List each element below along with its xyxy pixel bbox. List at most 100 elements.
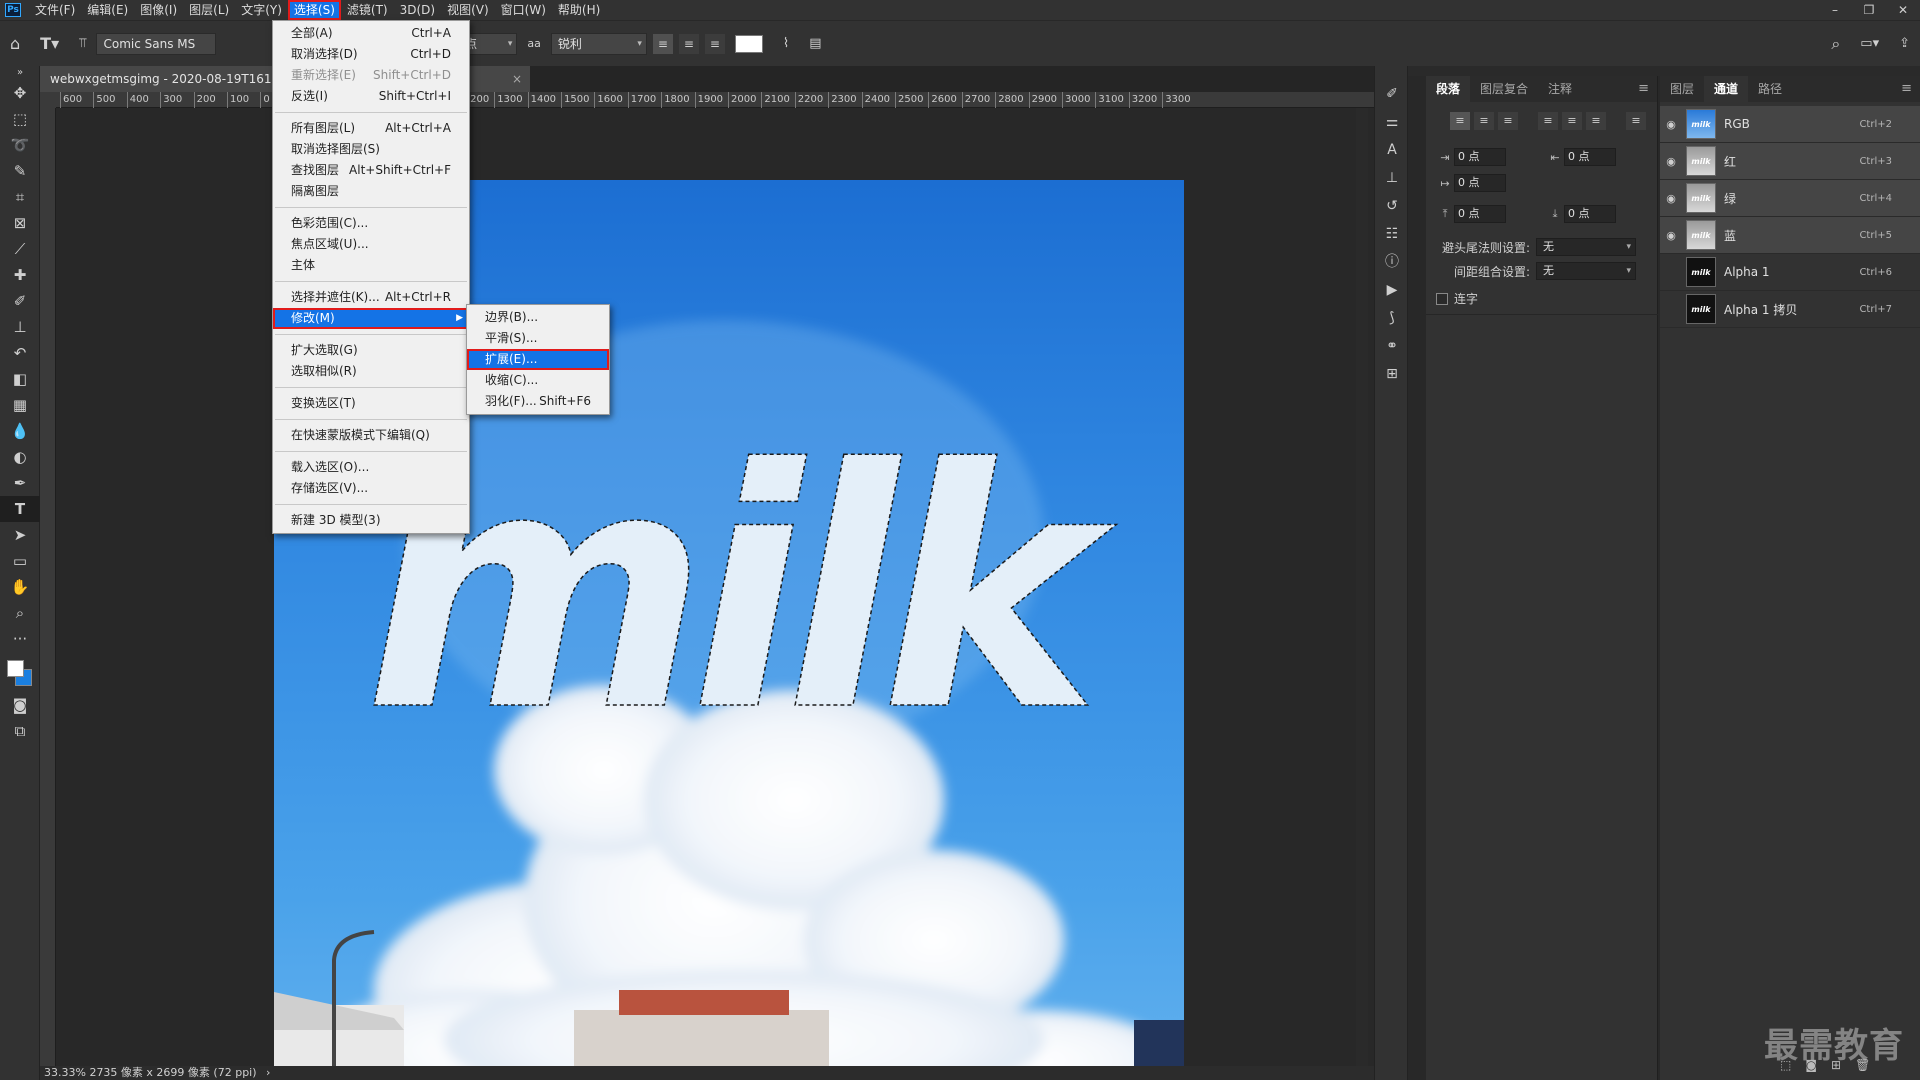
tab-notes[interactable]: 注释 <box>1538 76 1582 102</box>
panel-menu-icon[interactable]: ≡ <box>1901 76 1912 102</box>
shape-tool-icon[interactable]: ▭ <box>0 548 40 574</box>
menu-option[interactable]: 变换选区(T) <box>273 393 469 414</box>
spacing-combo-select[interactable]: 无 ▾ <box>1536 262 1637 280</box>
justify-right-icon[interactable]: ≡ <box>1586 112 1606 130</box>
properties-icon[interactable]: ☷ <box>1375 220 1409 248</box>
minimize-icon[interactable]: – <box>1818 0 1852 20</box>
toggle-text-orientation-icon[interactable]: ⫪ <box>69 36 96 51</box>
menu-option[interactable]: 收缩(C)... <box>467 370 609 391</box>
foreground-color-swatch[interactable] <box>7 660 24 677</box>
indent-right-input[interactable]: 0 点 <box>1564 148 1616 166</box>
menu-option[interactable]: 选取相似(R) <box>273 361 469 382</box>
close-tab-icon[interactable]: × <box>512 66 522 92</box>
search-icon[interactable]: ⌕ <box>1821 34 1850 54</box>
para-align-left-icon[interactable]: ≡ <box>1450 112 1470 130</box>
workspace-icon[interactable]: ▭▾ <box>1850 36 1889 51</box>
warp-text-icon[interactable]: ⌇ <box>773 36 799 51</box>
menu-option[interactable]: 修改(M) ▶ <box>273 308 469 329</box>
hyphenate-checkbox[interactable] <box>1436 292 1448 305</box>
type-tool-icon[interactable]: T <box>0 496 40 522</box>
menu-option[interactable]: 隔离图层 <box>273 181 469 202</box>
brush-settings-icon[interactable]: ✐ <box>1375 80 1409 108</box>
quick-mask-icon[interactable]: ◙ <box>0 692 40 718</box>
menu-option[interactable]: 所有图层(L) Alt+Ctrl+A <box>273 118 469 139</box>
menu-option[interactable]: 选择并遮住(K)... Alt+Ctrl+R <box>273 287 469 308</box>
channel-row[interactable]: ◉ milk RGB Ctrl+2 <box>1660 106 1920 143</box>
channel-row[interactable]: milk Alpha 1 拷贝 Ctrl+7 <box>1660 291 1920 328</box>
menu-item[interactable]: 选择(S) <box>287 0 341 20</box>
clone-source-icon[interactable]: ⊥ <box>1375 164 1409 192</box>
menu-option[interactable]: 全部(A) Ctrl+A <box>273 23 469 44</box>
healing-tool-icon[interactable]: ✚ <box>0 262 40 288</box>
hand-tool-icon[interactable]: ✋ <box>0 574 40 600</box>
antialias-select[interactable]: 锐利 ▾ <box>550 32 647 55</box>
zoom-tool-icon[interactable]: ⌕ <box>0 600 40 626</box>
indent-left-input[interactable]: 0 点 <box>1454 148 1506 166</box>
quick-select-tool-icon[interactable]: ✎ <box>0 158 40 184</box>
close-icon[interactable]: ✕ <box>1886 0 1920 20</box>
visibility-eye-icon[interactable]: ◉ <box>1660 155 1682 168</box>
vertical-scrollbar[interactable] <box>1356 108 1368 1066</box>
menu-option[interactable]: 主体 <box>273 255 469 276</box>
swatches-icon[interactable]: ⚭ <box>1375 332 1409 360</box>
adjustments-icon[interactable]: ⚌ <box>1375 108 1409 136</box>
restore-icon[interactable]: ❐ <box>1852 0 1886 20</box>
table-icon[interactable]: ⊞ <box>1375 360 1409 388</box>
menu-option[interactable]: 焦点区域(U)... <box>273 234 469 255</box>
horizontal-ruler[interactable]: 6005004003002001000700800900100011001200… <box>56 92 1374 108</box>
menu-option[interactable]: 取消选择图层(S) <box>273 139 469 160</box>
pen-tool-icon[interactable]: ✒ <box>0 470 40 496</box>
menu-item[interactable]: 窗口(W) <box>495 0 552 20</box>
panel-collapse-bar[interactable] <box>1374 66 1920 76</box>
menu-option[interactable]: 新建 3D 模型(3) <box>273 510 469 531</box>
eyedropper-tool-icon[interactable]: ⟋ <box>0 236 40 262</box>
menu-item[interactable]: 视图(V) <box>441 0 495 20</box>
panel-menu-icon[interactable]: ≡ <box>1638 76 1649 102</box>
menu-item[interactable]: 文件(F) <box>29 0 81 20</box>
channel-row[interactable]: ◉ milk 蓝 Ctrl+5 <box>1660 217 1920 254</box>
align-center-icon[interactable]: ≡ <box>678 33 699 54</box>
channel-row[interactable]: milk Alpha 1 Ctrl+6 <box>1660 254 1920 291</box>
frame-tool-icon[interactable]: ⊠ <box>0 210 40 236</box>
menu-option[interactable]: 色彩范围(C)... <box>273 213 469 234</box>
visibility-eye-icon[interactable]: ◉ <box>1660 192 1682 205</box>
tab-channels[interactable]: 通道 <box>1704 76 1749 102</box>
history-brush-tool-icon[interactable]: ↶ <box>0 340 40 366</box>
font-family-select[interactable]: Comic Sans MS <box>96 32 217 55</box>
menu-item[interactable]: 编辑(E) <box>81 0 134 20</box>
menu-option[interactable]: 查找图层 Alt+Shift+Ctrl+F <box>273 160 469 181</box>
menu-option[interactable]: 扩大选取(G) <box>273 340 469 361</box>
space-before-input[interactable]: 0 点 <box>1454 205 1506 223</box>
home-icon[interactable]: ⌂ <box>0 34 30 53</box>
actions-play-icon[interactable]: ▶ <box>1375 276 1409 304</box>
indent-first-input[interactable]: 0 点 <box>1454 174 1506 192</box>
info-icon[interactable]: ⓘ <box>1375 248 1409 276</box>
space-after-input[interactable]: 0 点 <box>1564 205 1616 223</box>
justify-left-icon[interactable]: ≡ <box>1538 112 1558 130</box>
brush-tool-icon[interactable]: ✐ <box>0 288 40 314</box>
tab-paragraph[interactable]: 段落 <box>1426 76 1471 102</box>
para-align-right-icon[interactable]: ≡ <box>1498 112 1518 130</box>
more-tools-icon[interactable]: ··· <box>0 626 40 652</box>
menu-option[interactable]: 载入选区(O)... <box>273 457 469 478</box>
screen-mode-icon[interactable]: ⧉ <box>0 718 40 744</box>
menu-item[interactable]: 图层(L) <box>183 0 235 20</box>
menu-item[interactable]: 图像(I) <box>134 0 183 20</box>
channel-row[interactable]: ◉ milk 红 Ctrl+3 <box>1660 143 1920 180</box>
menu-option[interactable]: 边界(B)... <box>467 307 609 328</box>
path-select-tool-icon[interactable]: ➤ <box>0 522 40 548</box>
lasso-tool-icon[interactable]: ➰ <box>0 132 40 158</box>
text-color-swatch[interactable] <box>734 34 763 53</box>
para-align-center-icon[interactable]: ≡ <box>1474 112 1494 130</box>
hyphen-rule-select[interactable]: 无 ▾ <box>1536 238 1637 256</box>
type-tool-preset-icon[interactable]: T▾ <box>30 34 69 53</box>
menu-option[interactable]: 反选(I) Shift+Ctrl+I <box>273 86 469 107</box>
character-panel-icon[interactable]: ▤ <box>799 36 831 51</box>
align-right-icon[interactable]: ≡ <box>704 33 725 54</box>
marquee-tool-icon[interactable]: ⬚ <box>0 106 40 132</box>
dodge-tool-icon[interactable]: ◐ <box>0 444 40 470</box>
clone-stamp-tool-icon[interactable]: ⊥ <box>0 314 40 340</box>
vertical-ruler[interactable] <box>40 108 56 1066</box>
align-left-icon[interactable]: ≡ <box>652 33 673 54</box>
menu-item[interactable]: 帮助(H) <box>552 0 606 20</box>
